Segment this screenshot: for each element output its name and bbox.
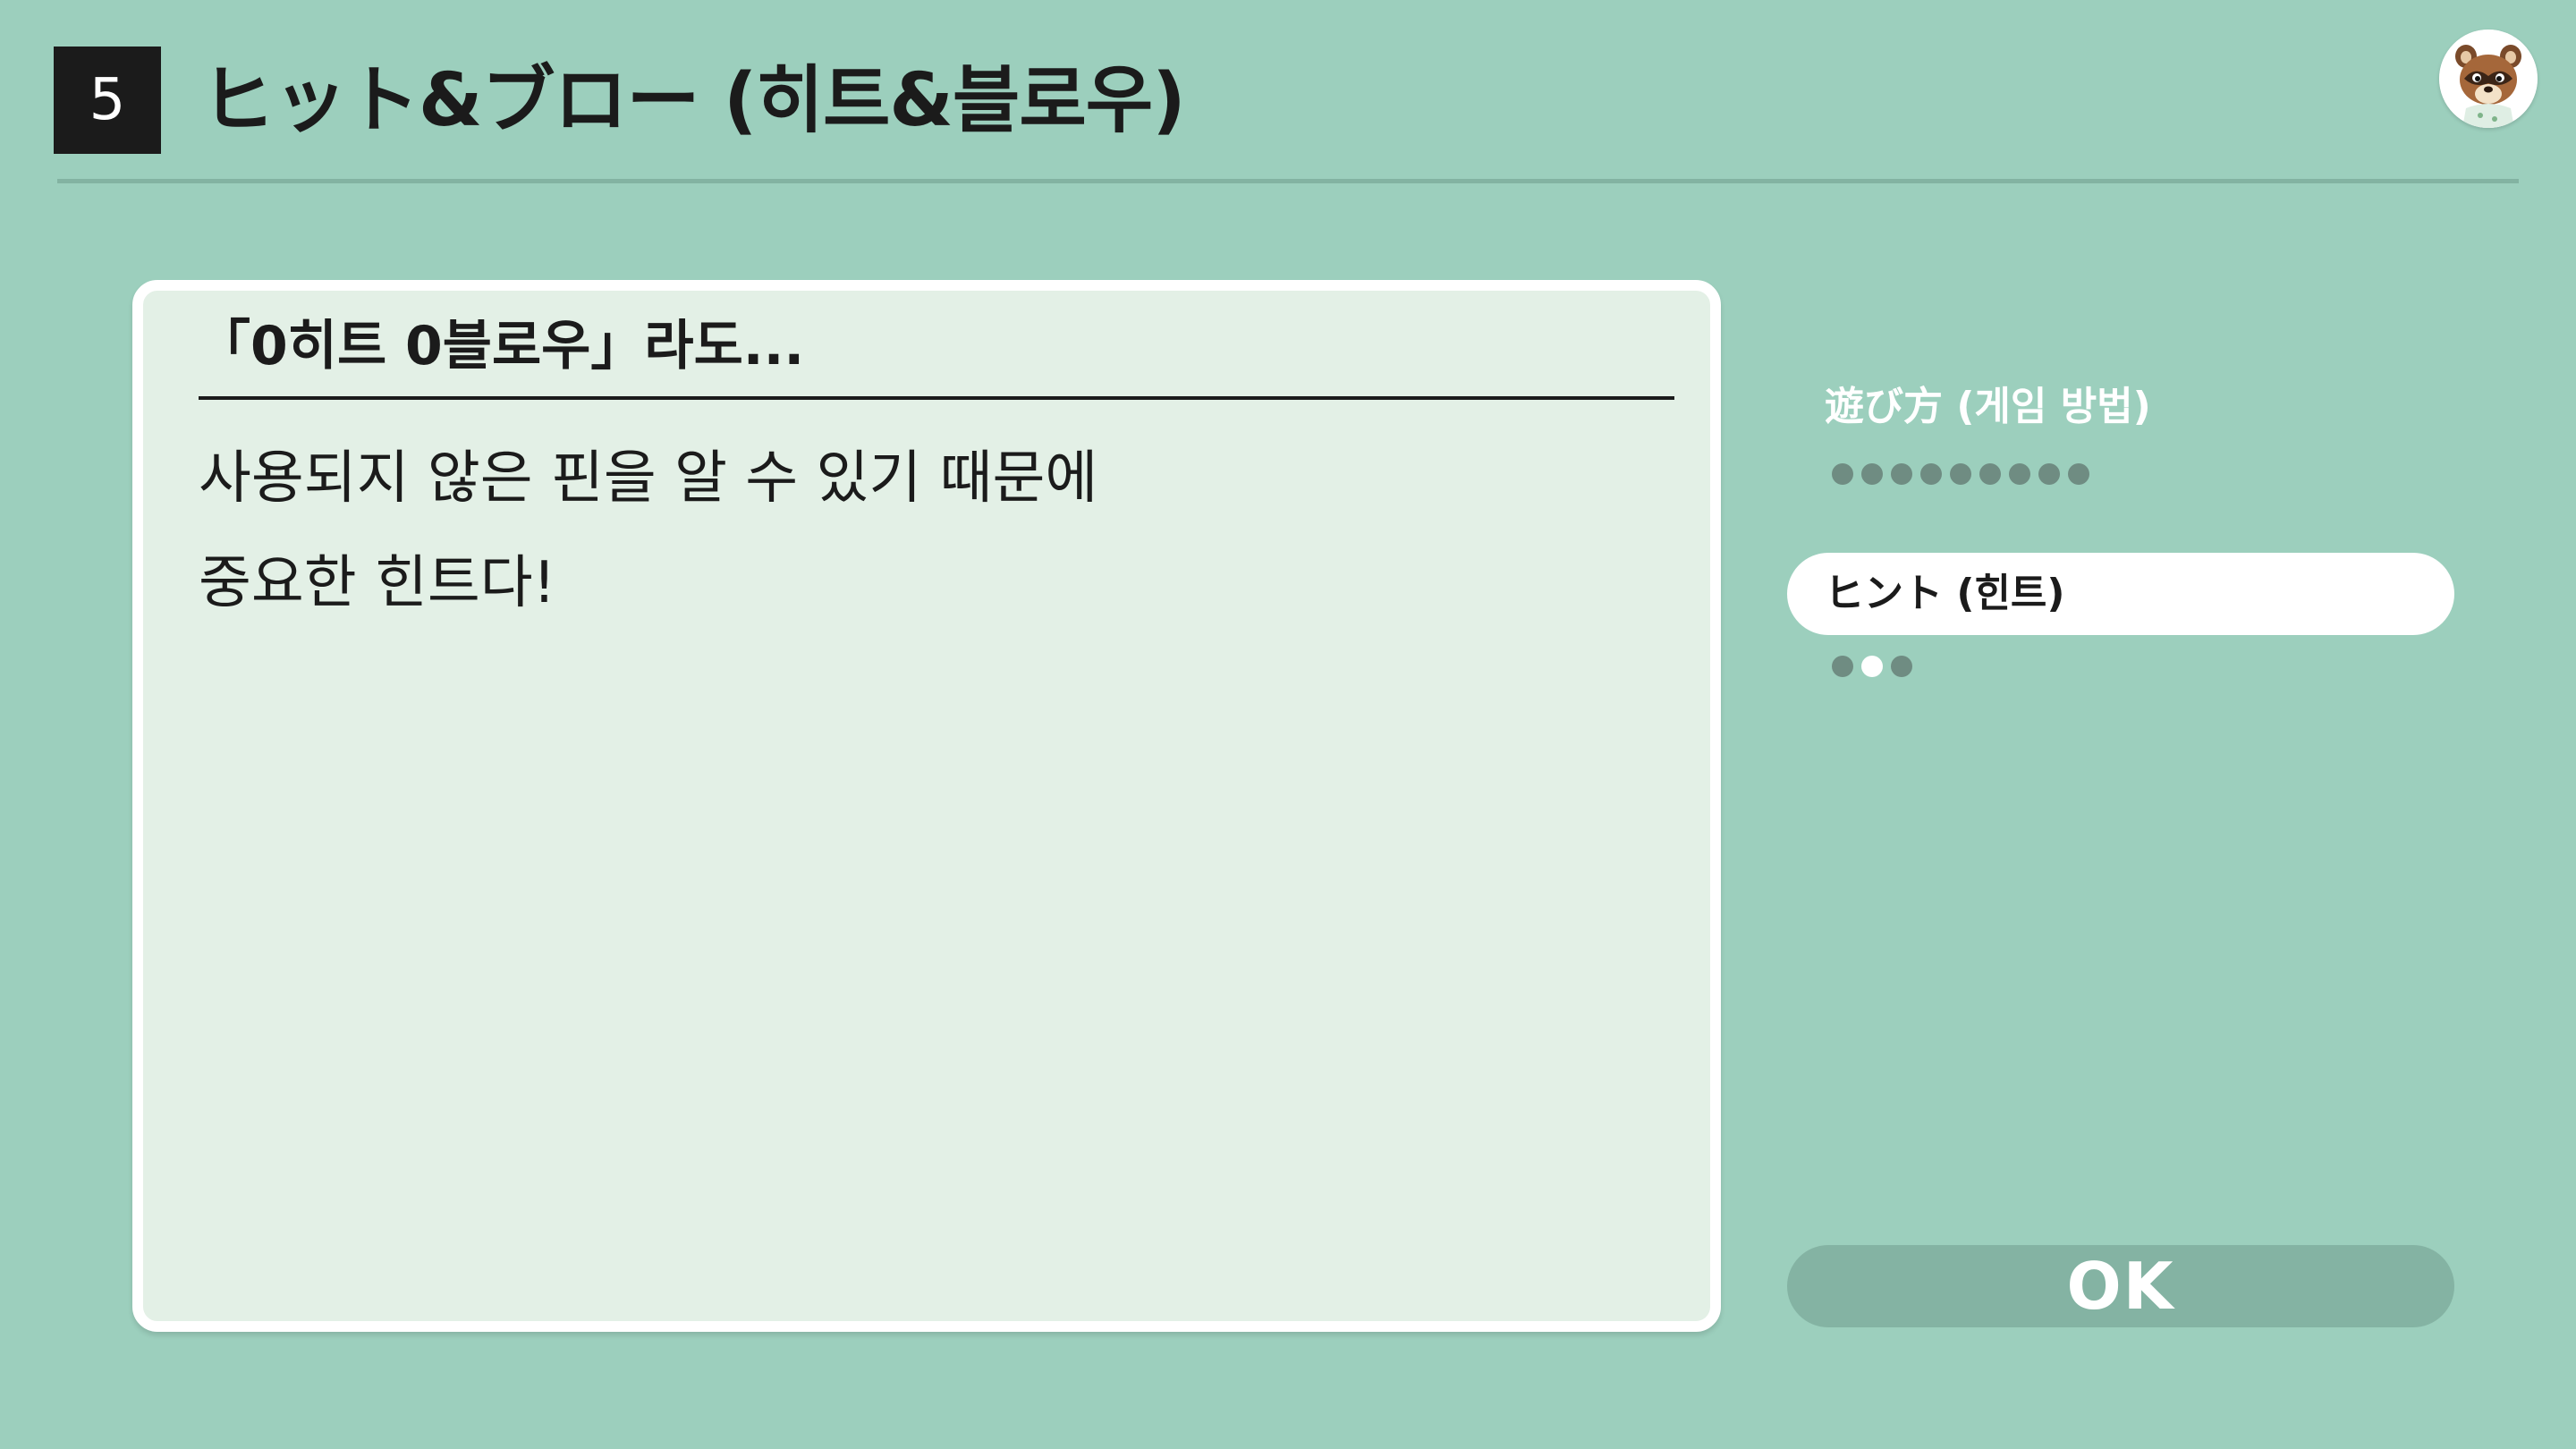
page-dot [2038,463,2060,485]
menu-item-hint[interactable]: ヒント (힌트) [1787,553,2454,635]
page-dot [1861,463,1883,485]
hint-heading-divider [199,396,1674,400]
page-header: 5 ヒット&ブロー (히트&블로우) [0,0,2576,183]
page-dot [1979,463,2001,485]
hint-text-line: 사용되지 않은 핀을 알 수 있기 때문에 [199,445,1098,512]
page-dot [2009,463,2030,485]
menu-item-how-to-play[interactable]: 遊び方 (게임 방법) [1825,374,2151,431]
raccoon-avatar-icon [2439,30,2538,128]
hint-text-line: 중요한 힌트다! [199,550,556,616]
page-dot [1891,656,1912,677]
page-dot [1891,463,1912,485]
menu-item-hint-label: ヒント (힌트) [1825,571,2065,616]
user-avatar-icon[interactable] [2439,30,2538,128]
page-title: ヒット&ブロー (히트&블로우) [201,58,1186,143]
page-dot [1950,463,1971,485]
page-dot [1832,463,1853,485]
how-to-play-page-dots [1832,463,2089,485]
page-dot [1832,656,1853,677]
hint-card: 「0히트 0블로우」라도... 사용되지 않은 핀을 알 수 있기 때문에 중요… [132,280,1721,1332]
page-dot [2068,463,2089,485]
hint-page-dots [1832,656,1912,677]
page-dot-active [1861,656,1883,677]
header-divider [57,179,2519,183]
section-number-badge: 5 [54,47,161,154]
ok-button[interactable]: OK [1787,1245,2454,1327]
hint-heading: 「0히트 0블로우」라도... [197,315,805,377]
page-dot [1920,463,1942,485]
